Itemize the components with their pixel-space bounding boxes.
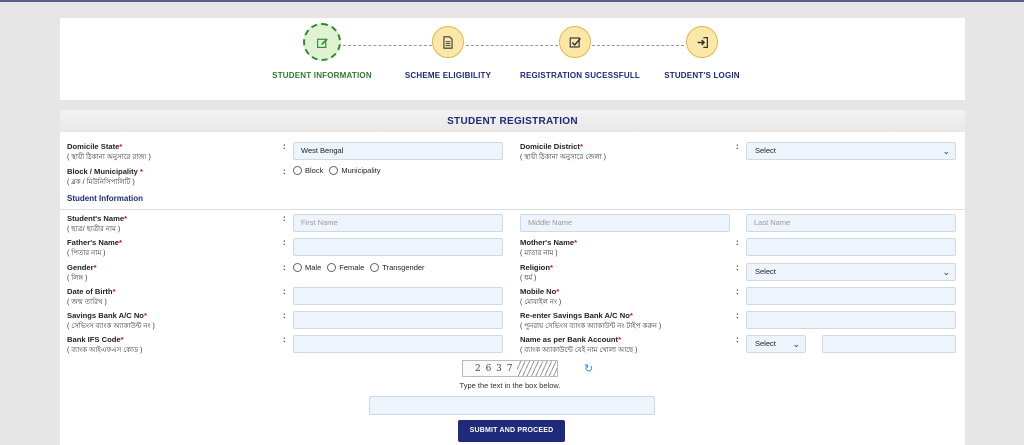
domicile-state-input[interactable]: West Bengal (293, 142, 503, 160)
savings-account-label: Savings Bank A/C No* ( সেভিংস ব্যাংক অ্য… (67, 311, 155, 330)
mother-name-label: Mother's Name* ( মাতার নাম ) (520, 238, 578, 257)
chevron-down-icon: ⌄ (942, 146, 950, 156)
step-student-information[interactable]: STUDENT INFORMATION (267, 23, 377, 80)
block-radio[interactable]: Block (293, 166, 323, 175)
gender-radios: Male Female Transgender (293, 263, 431, 272)
step-label: REGISTRATION SUCESSFULL (520, 71, 641, 80)
section-title: Student Information (67, 194, 143, 203)
step-label: STUDENT INFORMATION (272, 71, 372, 80)
block-municipality-radios: Block Municipality (293, 166, 387, 175)
progress-stepper: STUDENT INFORMATION SCHEME ELIGIBILITY R… (60, 18, 965, 100)
reenter-savings-label: Re-enter Savings Bank A/C No* ( পুনরায় … (520, 311, 662, 330)
name-bank-input[interactable] (822, 335, 956, 353)
submit-button[interactable]: SUBMIT AND PROCEED (458, 420, 565, 442)
captcha-hint: Type the text in the box below. (459, 381, 561, 390)
savings-account-input[interactable] (293, 311, 503, 329)
refresh-icon[interactable]: ↻ (584, 362, 593, 375)
religion-select[interactable]: Select ⌄ (746, 263, 956, 281)
step-label: STUDENT'S LOGIN (664, 71, 740, 80)
ifsc-input[interactable] (293, 335, 503, 353)
ifsc-label: Bank IFS Code* ( ব্যাংক আইএফএস কোড ) (67, 335, 143, 354)
religion-label: Religion* ( ধর্ম ) (520, 263, 553, 282)
female-radio[interactable]: Female (327, 263, 364, 272)
step-students-login[interactable]: STUDENT'S LOGIN (647, 26, 757, 80)
edit-icon (303, 23, 341, 61)
student-name-label: Student's Name* ( ছাত্র/ ছাত্রীর নাম ) (67, 214, 128, 233)
form-title: STUDENT REGISTRATION (60, 110, 965, 132)
divider (60, 209, 965, 210)
registration-form: STUDENT REGISTRATION Domicile State* ( স… (60, 110, 965, 445)
father-name-input[interactable] (293, 238, 503, 256)
step-label: SCHEME ELIGIBILITY (404, 71, 492, 80)
domicile-district-select[interactable]: Select ⌄ (746, 142, 956, 160)
dob-label: Date of Birth* ( জন্ম তারিখ ) (67, 287, 116, 306)
name-prefix-select[interactable]: Select ⌄ (746, 335, 806, 353)
name-bank-label: Name as per Bank Account* ( ব্যাংক অ্যাক… (520, 335, 638, 354)
captcha-input[interactable] (369, 396, 655, 415)
middle-name-input[interactable]: Middle Name (520, 214, 730, 232)
chevron-down-icon: ⌄ (942, 267, 950, 277)
dob-input[interactable] (293, 287, 503, 305)
chevron-down-icon: ⌄ (792, 339, 800, 349)
login-icon (686, 26, 718, 58)
mobile-label: Mobile No* ( মোবাইল নং ) (520, 287, 562, 306)
checkbox-icon (559, 26, 591, 58)
step-registration-successful[interactable]: REGISTRATION SUCESSFULL (520, 26, 641, 80)
top-border (0, 0, 1024, 2)
block-municipality-label: Block / Municipality * ( ব্লক / মিউনিসিপ… (67, 167, 143, 186)
father-name-label: Father's Name* ( পিতার নাম ) (67, 238, 122, 257)
male-radio[interactable]: Male (293, 263, 321, 272)
transgender-radio[interactable]: Transgender (370, 263, 425, 272)
mobile-input[interactable] (746, 287, 956, 305)
domicile-district-label: Domicile District* ( স্থায়ী ঠিকানা অনুস… (520, 142, 606, 161)
step-scheme-eligibility[interactable]: SCHEME ELIGIBILITY (393, 26, 503, 80)
domicile-state-label: Domicile State* ( স্থায়ী ঠিকানা অনুসারে… (67, 142, 151, 161)
reenter-savings-input[interactable] (746, 311, 956, 329)
first-name-input[interactable]: First Name (293, 214, 503, 232)
document-icon (432, 26, 464, 58)
captcha-image: 2 6 3 7 5 9 (462, 360, 558, 377)
last-name-input[interactable]: Last Name (746, 214, 956, 232)
mother-name-input[interactable] (746, 238, 956, 256)
gender-label: Gender* ( লিঙ্গ ) (67, 263, 97, 282)
municipality-radio[interactable]: Municipality (329, 166, 381, 175)
